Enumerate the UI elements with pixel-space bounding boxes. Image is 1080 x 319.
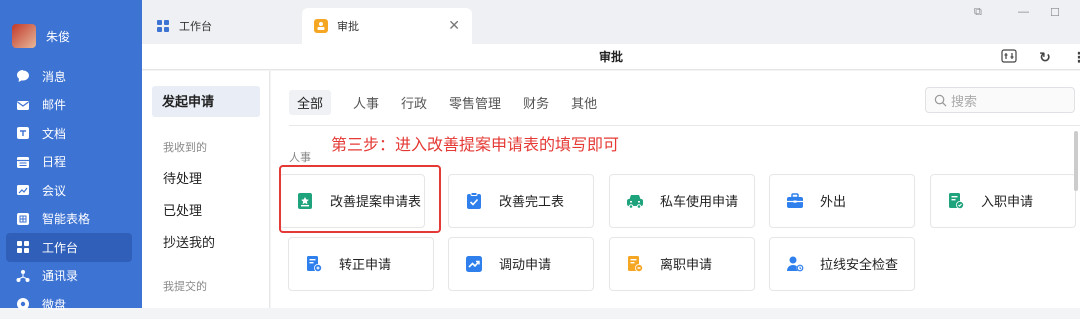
sidebar-item-label: 通讯录 xyxy=(42,269,79,284)
cc-me-item[interactable]: 抄送我的 xyxy=(163,232,215,251)
divider xyxy=(289,125,1080,126)
tab-label: 审批 xyxy=(337,21,359,33)
approval-left-pane: 发起申请 我收到的 待处理 已处理 抄送我的 我提交的 xyxy=(142,71,270,308)
sidebar-item-calendar[interactable]: 日程 xyxy=(6,148,132,177)
sidebar-item-mail[interactable]: 邮件 xyxy=(6,91,132,120)
form-card-transfer[interactable]: 调动申请 xyxy=(448,237,594,291)
user-profile[interactable]: 朱俊 xyxy=(12,24,70,48)
doc-icon xyxy=(16,126,30,140)
tab-workbench[interactable]: 工作台 xyxy=(156,8,212,44)
page-header: 审批 ↻ ⋮ xyxy=(142,44,1080,70)
card-label: 拉线安全检查 xyxy=(820,256,899,272)
pending-item[interactable]: 待处理 xyxy=(163,168,202,187)
resign-icon xyxy=(624,253,646,275)
sidebar-item-drive[interactable]: 微盘 xyxy=(6,290,132,319)
card-label: 私车使用申请 xyxy=(660,193,739,209)
form-card-onboarding[interactable]: 入职申请 xyxy=(930,174,1076,228)
sidebar-item-label: 文档 xyxy=(42,126,67,141)
onboard-icon xyxy=(945,190,967,212)
grid-icon xyxy=(16,240,30,254)
car-icon xyxy=(624,190,646,212)
page-title: 审批 xyxy=(598,50,623,64)
briefcase-icon xyxy=(784,190,806,212)
sidebar-item-smart-table[interactable]: 智能表格 xyxy=(6,205,132,234)
scrollbar[interactable] xyxy=(1074,131,1078,191)
transfer-icon xyxy=(463,253,485,275)
card-label: 转正申请 xyxy=(339,256,392,272)
popout-icon[interactable]: ⧉ xyxy=(974,6,982,19)
sidebar-item-label: 邮件 xyxy=(42,98,67,113)
sidebar-item-label: 会议 xyxy=(42,183,67,198)
tab-bar: 工作台 审批 ✕ ⧉ — ☐ xyxy=(142,0,1080,44)
table-icon xyxy=(16,212,30,226)
contacts-icon xyxy=(16,269,30,283)
mail-icon xyxy=(16,98,30,112)
grid-icon xyxy=(156,19,170,33)
sidebar-item-workbench[interactable]: 工作台 xyxy=(6,233,132,262)
form-card-completion[interactable]: 改善完工表 xyxy=(448,174,594,228)
tab-label: 工作台 xyxy=(179,21,212,33)
sidebar-item-label: 微盘 xyxy=(42,297,67,312)
form-card-private-car[interactable]: 私车使用申请 xyxy=(609,174,755,228)
clipboard-check-icon xyxy=(463,190,485,212)
sidebar-item-docs[interactable]: 文档 xyxy=(6,119,132,148)
tab-all[interactable]: 全部 xyxy=(289,90,332,115)
form-card-safety-check[interactable]: 拉线安全检查 xyxy=(769,237,915,291)
drive-icon xyxy=(16,297,30,311)
approval-icon xyxy=(314,19,328,33)
tab-finance[interactable]: 财务 xyxy=(523,93,549,115)
form-card-go-out[interactable]: 外出 xyxy=(769,174,915,228)
regularize-icon xyxy=(303,253,325,275)
section-received: 我收到的 xyxy=(163,142,207,154)
initiate-application-item[interactable]: 发起申请 xyxy=(152,86,260,117)
category-tabs: 全部 人事 行政 零售管理 财务 其他 xyxy=(289,90,619,115)
tab-retail[interactable]: 零售管理 xyxy=(449,93,501,115)
sidebar-item-label: 工作台 xyxy=(42,240,79,255)
tab-admin[interactable]: 行政 xyxy=(401,93,427,115)
sidebar-item-contacts[interactable]: 通讯录 xyxy=(6,262,132,291)
section-submitted: 我提交的 xyxy=(163,281,207,293)
group-label-hr: 人事 xyxy=(289,152,311,164)
sidebar: 朱俊 消息 邮件 文档 日程 会议 智能表格 工作台 通讯录 微盘 xyxy=(0,0,142,312)
sidebar-item-meeting[interactable]: 会议 xyxy=(6,176,132,205)
highlight-box xyxy=(279,165,441,233)
card-label: 改善完工表 xyxy=(499,193,565,209)
search-icon xyxy=(934,94,947,106)
sidebar-item-messages[interactable]: 消息 xyxy=(6,62,132,91)
sidebar-item-label: 日程 xyxy=(42,155,67,170)
close-icon[interactable]: ✕ xyxy=(448,17,460,34)
filter-icon[interactable] xyxy=(1000,48,1018,66)
search-input[interactable]: 搜索 xyxy=(925,87,1075,113)
step-annotation: 第三步：进入改善提案申请表的填写即可 xyxy=(331,137,620,154)
tab-hr[interactable]: 人事 xyxy=(353,93,379,115)
card-label: 调动申请 xyxy=(499,256,552,272)
tab-approval[interactable]: 审批 ✕ xyxy=(302,8,472,44)
maximize-icon[interactable]: ☐ xyxy=(1050,6,1060,19)
calendar-icon xyxy=(16,155,30,169)
card-label: 外出 xyxy=(820,193,847,209)
form-card-resignation[interactable]: 离职申请 xyxy=(609,237,755,291)
user-name: 朱俊 xyxy=(46,29,71,44)
search-placeholder: 搜索 xyxy=(951,93,978,109)
safety-check-icon xyxy=(784,253,806,275)
card-label: 离职申请 xyxy=(660,256,713,272)
approval-main: 全部 人事 行政 零售管理 财务 其他 搜索 第三步：进入改善提案申请表的填写即… xyxy=(271,71,1080,308)
tab-other[interactable]: 其他 xyxy=(571,93,597,115)
processed-item[interactable]: 已处理 xyxy=(163,200,202,219)
more-icon[interactable]: ⋮ xyxy=(1070,48,1080,66)
avatar[interactable] xyxy=(12,24,36,48)
chat-icon xyxy=(16,69,30,83)
sidebar-item-label: 消息 xyxy=(42,69,67,84)
sidebar-item-label: 智能表格 xyxy=(42,212,91,227)
refresh-icon[interactable]: ↻ xyxy=(1036,48,1054,66)
form-card-regularization[interactable]: 转正申请 xyxy=(288,237,434,291)
meeting-icon xyxy=(16,183,30,197)
sidebar-nav: 消息 邮件 文档 日程 会议 智能表格 工作台 通讯录 微盘 xyxy=(6,62,132,319)
card-label: 入职申请 xyxy=(981,193,1034,209)
minimize-icon[interactable]: — xyxy=(1018,6,1029,18)
